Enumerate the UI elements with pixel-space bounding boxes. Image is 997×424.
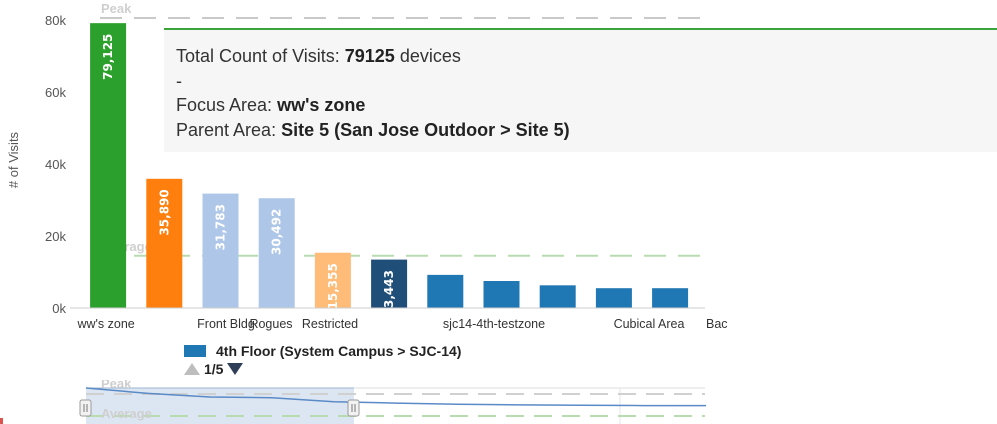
legend-swatch [184,345,206,357]
bar-data-label: 15,355 [326,263,340,309]
x-tick-label: Front Bldg [197,317,255,331]
x-axis-labels: ww's zone Front BldgRogues Restricted sjc14… [76,317,727,331]
bar-data-label: 13,443 [382,270,396,316]
legend-pager: 1/5 [184,361,244,377]
bar[interactable] [539,285,576,308]
tooltip-total-suffix: devices [394,46,461,66]
bar[interactable] [427,274,464,308]
tooltip-total-value: 79125 [344,46,395,66]
bar-data-label: 30,492 [270,209,284,255]
y-axis-label: # of Visits [6,131,21,188]
navigator-average-label: Average [101,406,152,421]
navigator-left-handle[interactable] [79,399,92,417]
y-tick-label: 60k [45,85,66,100]
x-tick-label: sjc14-4th-testzone [443,317,545,331]
pager-text: 1/5 [204,361,224,377]
bar[interactable] [483,281,520,308]
tooltip-parent-label: Parent Area: [176,119,282,140]
range-navigator[interactable]: Peak Average [0,380,997,424]
tooltip-focus-label: Focus Area: [176,95,278,115]
tooltip-focus-row: Focus Area: ww's zone [176,93,997,118]
reference-label-peak: Peak [101,1,132,16]
x-tick-label: Restricted [302,317,358,331]
bar-data-label: 79,125 [101,34,115,80]
tooltip-total-row: Total Count of Visits: 79125 devices [176,44,997,69]
y-tick-label: 0k [52,301,66,316]
y-tick-label: 20k [45,229,66,244]
bar-data-label: 31,783 [214,204,228,250]
pager-up-arrow-icon[interactable] [184,363,200,375]
legend-label: 4th Floor (System Campus > SJC-14) [216,343,462,359]
tooltip-focus-value: ww's zone [277,95,366,115]
legend-item[interactable]: 4th Floor (System Campus > SJC-14) [184,343,461,359]
pager-down-arrow-icon[interactable] [227,363,244,375]
tooltip-separator: - [176,70,182,91]
x-tick-label: ww's zone [76,317,134,331]
x-tick-label: Bac [706,317,728,331]
y-tick-label: 40k [45,157,66,172]
bar[interactable] [595,288,632,308]
y-tick-label: 80k [45,13,66,28]
bar-data-label: 35,890 [157,189,171,235]
tooltip-parent-value: Site 5 (San Jose Outdoor > Site 5) [281,119,570,140]
x-tick-label: Cubical Area [614,317,685,331]
x-tick-label: Rogues [249,317,292,331]
tooltip-parent-row: Parent Area: Site 5 (San Jose Outdoor > … [176,118,997,143]
edge-marker [0,418,3,424]
bar[interactable] [652,288,689,308]
navigator-right-handle[interactable] [347,399,360,417]
tooltip-total-label: Total Count of Visits: [176,46,345,66]
tooltip: Total Count of Visits: 79125 devices - F… [164,28,997,152]
